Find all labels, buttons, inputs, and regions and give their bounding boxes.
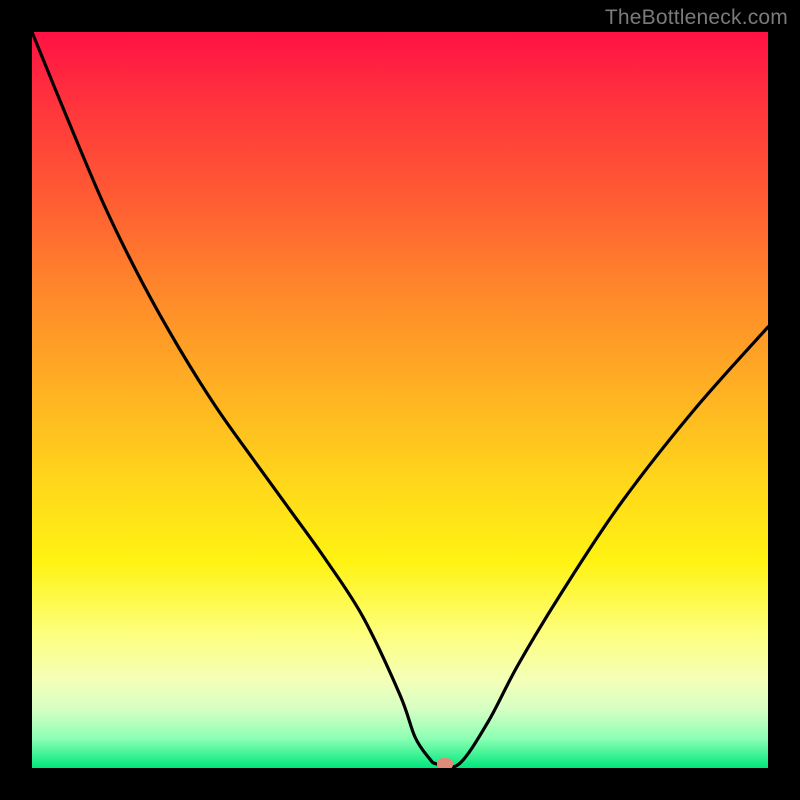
watermark-text: TheBottleneck.com xyxy=(605,6,788,30)
optimum-marker xyxy=(437,758,453,768)
bottleneck-curve xyxy=(32,32,768,768)
plot-area xyxy=(32,32,768,768)
chart-frame: TheBottleneck.com xyxy=(0,0,800,800)
